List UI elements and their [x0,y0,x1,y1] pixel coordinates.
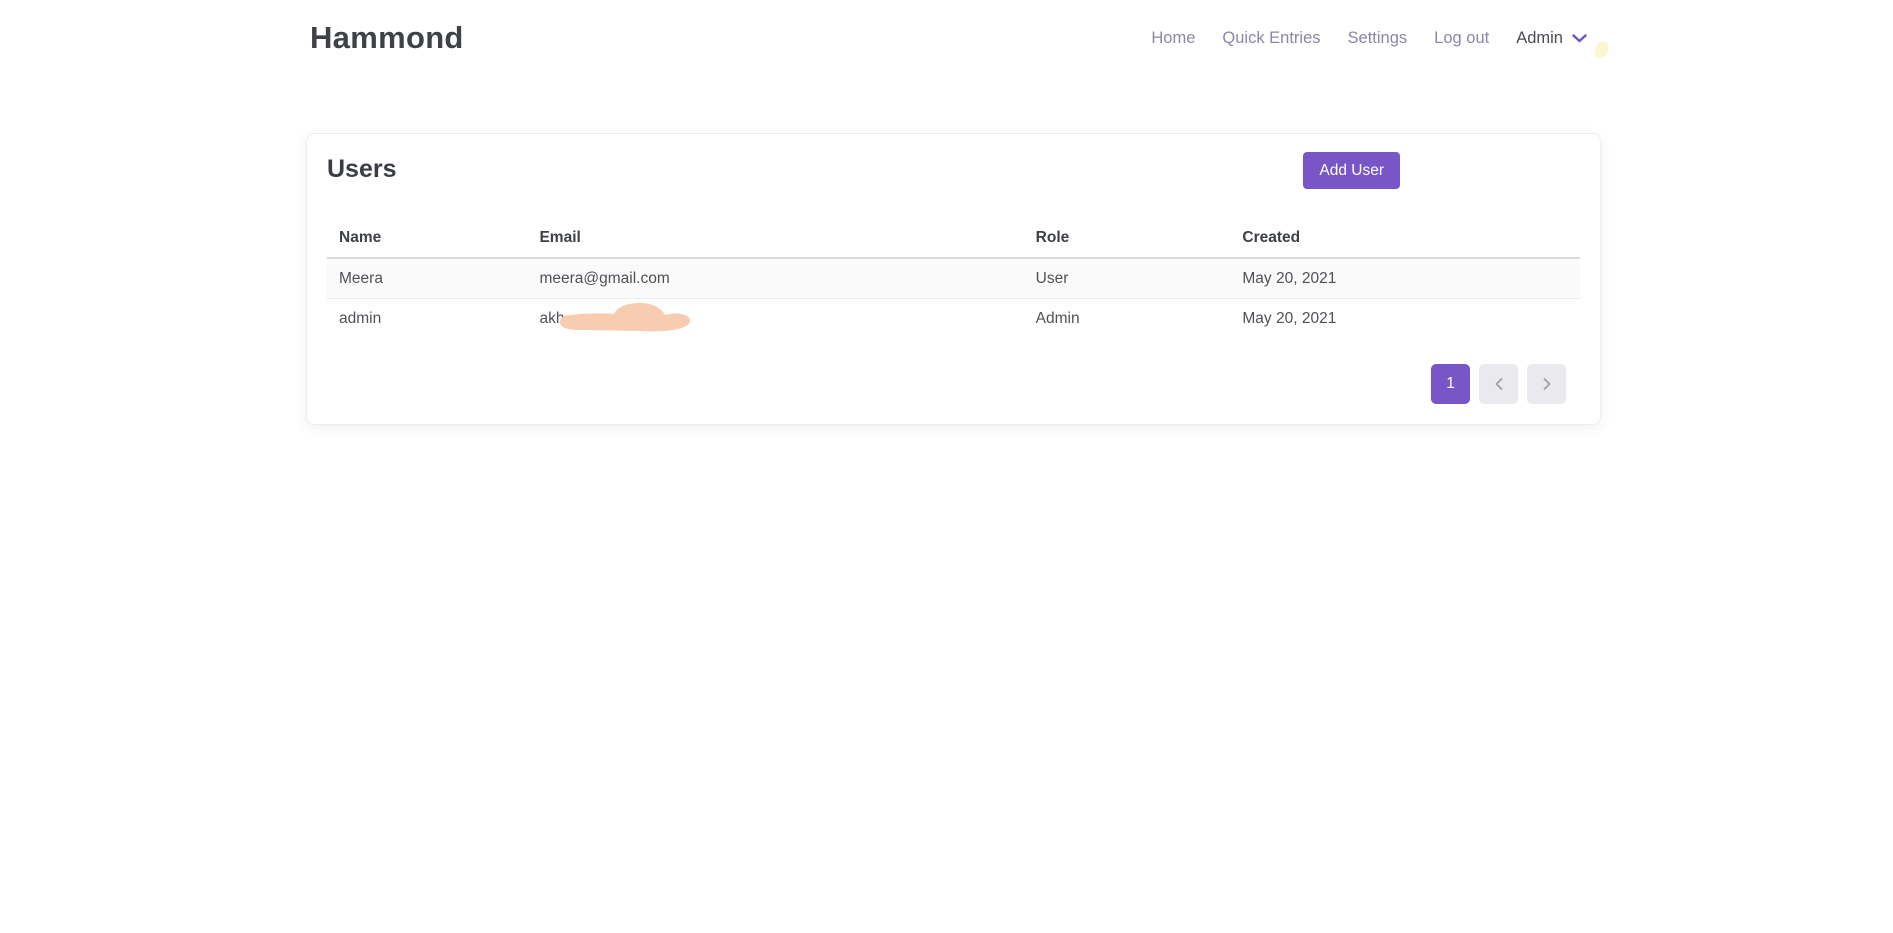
chevron-right-icon [1543,378,1551,390]
add-user-button[interactable]: Add User [1303,152,1400,189]
highlight-smudge-artifact [1593,39,1611,59]
cell-role: Admin [1024,299,1231,339]
cell-email: akh [527,299,1023,339]
column-header-email: Email [527,219,1023,258]
pagination-prev-button[interactable] [1479,364,1518,404]
page-title: Users [327,152,397,184]
user-menu-admin[interactable]: Admin [1516,29,1587,48]
table-row: Meera meera@gmail.com User May 20, 2021 [327,258,1580,299]
table-header-row: Name Email Role Created [327,219,1580,258]
column-header-name: Name [327,219,527,258]
pagination-next-button[interactable] [1527,364,1566,404]
column-header-role: Role [1024,219,1231,258]
table-row: admin akh Admin May 20, 2021 [327,299,1580,339]
cell-name: Meera [327,258,527,299]
main-nav: Home Quick Entries Settings Log out Admi… [1151,29,1587,48]
user-menu-label: Admin [1516,29,1563,48]
cell-email: meera@gmail.com [527,258,1023,299]
pagination-page-1[interactable]: 1 [1431,364,1470,404]
brand-logo[interactable]: Hammond [310,20,464,56]
nav-link-quick-entries[interactable]: Quick Entries [1222,29,1320,48]
chevron-down-icon [1572,34,1587,43]
top-navigation-bar: Hammond Home Quick Entries Settings Log … [0,0,1893,76]
chevron-left-icon [1495,378,1503,390]
cell-created: May 20, 2021 [1230,258,1580,299]
card-header: Users Add User [327,152,1580,189]
nav-link-home[interactable]: Home [1151,29,1195,48]
nav-link-settings[interactable]: Settings [1348,29,1408,48]
users-card: Users Add User Name Email Role Created [306,133,1601,425]
cell-created: May 20, 2021 [1230,299,1580,339]
cell-name: admin [327,299,527,339]
users-table: Name Email Role Created Meera meera@gmai… [327,219,1580,338]
redaction-scribble [557,300,694,332]
page-body: Users Add User Name Email Role Created [0,76,1893,425]
nav-link-log-out[interactable]: Log out [1434,29,1489,48]
column-header-created: Created [1230,219,1580,258]
pagination: 1 [327,364,1580,404]
cell-role: User [1024,258,1231,299]
email-visible-text: akh [539,310,564,327]
